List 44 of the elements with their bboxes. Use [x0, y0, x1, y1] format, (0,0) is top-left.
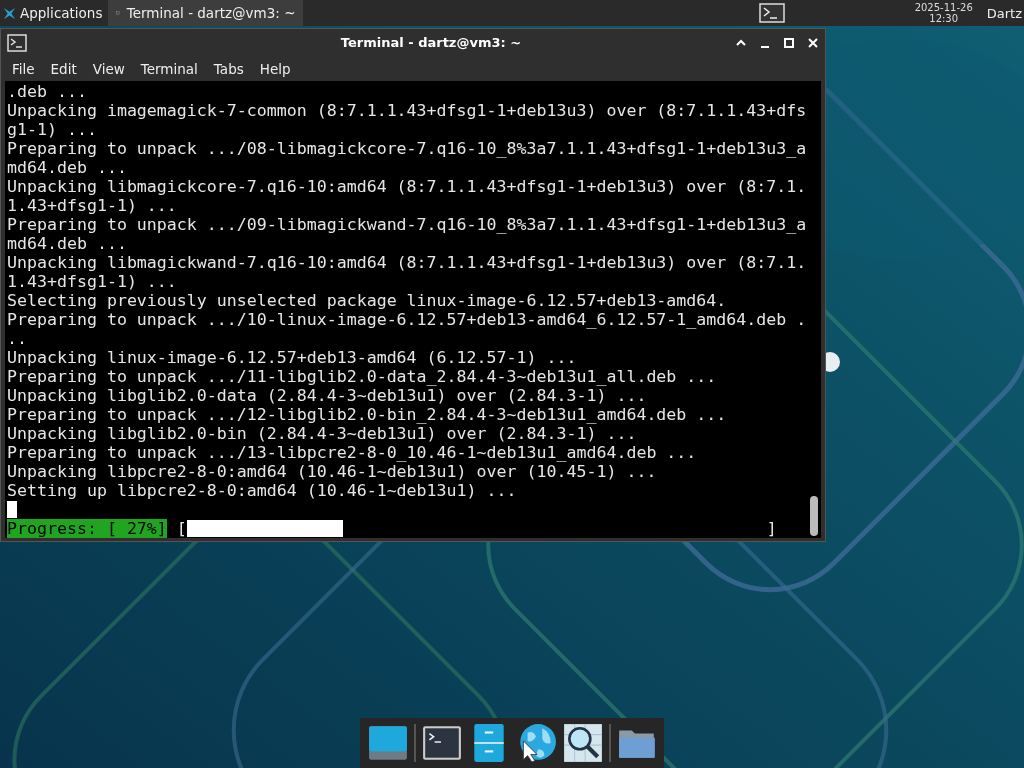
clock-time: 12:30 [929, 13, 959, 24]
terminal-line: Unpacking libmagickcore-7.q16-10:amd64 (8:7.1.1.43+dfsg1-1+deb13u3) over (8:7.1. [7, 177, 807, 196]
terminal-line: Selecting previously unselected package linux-image-6.12.57+deb13-amd64. [7, 291, 728, 310]
star-logo-icon [2, 5, 17, 21]
terminal-line: Unpacking libmagickwand-7.q16-10:amd64 (8:7.1.1.43+dfsg1-1+deb13u3) over (8:7.1. [7, 253, 807, 272]
menu-item[interactable]: Help [251, 60, 299, 77]
terminal-line: Preparing to unpack .../09-libmagickwand-7.q16-10_8%3a7.1.1.43+dfsg1-1+deb13u3_a [7, 215, 807, 234]
magnifier-icon[interactable] [561, 722, 604, 764]
terminal-line: Unpacking libglib2.0-bin (2.84.4-3~deb13u1) over (2.84.3-1) ... [7, 424, 638, 443]
menu-item[interactable]: Tabs [205, 60, 252, 77]
terminal-line: Unpacking libglib2.0-data (2.84.4-3~deb13u1) over (2.84.3-1) ... [7, 386, 648, 405]
terminal-line: md64.deb ... [7, 234, 128, 253]
terminal-line: Preparing to unpack .../13-libpcre2-8-0_10.46-1~deb13u1_amd64.deb ... [7, 443, 698, 462]
menu-item[interactable]: Terminal [132, 60, 206, 77]
window-title: Terminal - dartz@vm3: ~ [339, 35, 523, 50]
terminal-line: Setting up libpcre2-8-0:amd64 (10.46-1~deb13u1) ... [7, 481, 518, 500]
terminal-line: Unpacking linux-image-6.12.57+deb13-amd64 (6.12.57-1) ... [7, 348, 578, 367]
scrollbar-thumb[interactable] [810, 496, 818, 536]
close-icon[interactable] [807, 36, 819, 49]
terminal-line: Preparing to unpack .../11-libglib2.0-data_2.84.4-3~deb13u1_all.deb ... [7, 367, 718, 386]
taskbar-button[interactable]: Terminal - dartz@vm3: ~ [108, 0, 304, 26]
terminal-line: md64.deb ... [7, 158, 128, 177]
user-name[interactable]: Dartz [986, 5, 1022, 21]
maximize-icon[interactable] [783, 36, 795, 49]
terminal-line: Preparing to unpack .../08-libmagickcore-7.q16-10_8%3a7.1.1.43+dfsg1-1+deb13u3_a [7, 139, 807, 158]
terminal-line: Preparing to unpack .../12-libglib2.0-bin_2.84.4-3~deb13u1_amd64.deb ... [7, 405, 728, 424]
bracket: [ [176, 519, 187, 538]
clock-date: 2025-11-26 [914, 2, 973, 13]
menu-item[interactable]: File [4, 60, 43, 77]
terminal-line: .deb ... [7, 82, 88, 101]
terminal-line: 1.43+dfsg1-1) ... [7, 196, 178, 215]
menu-item[interactable]: View [84, 60, 133, 77]
terminal-line: g1-1) ... [7, 120, 98, 139]
applications-menu[interactable]: Applications [0, 0, 109, 26]
terminal-line: Unpacking imagemagick-7-common (8:7.1.1.43+dfsg1-1+deb13u3) over (8:7.1.1.43+dfs [7, 101, 807, 120]
bracket: ] [766, 519, 777, 538]
terminal-line: Preparing to unpack .../10-linux-image-6.12.57+deb13-amd64_6.12.57-1_amd64.deb . [7, 310, 807, 329]
terminal-line: Unpacking libpcre2-8-0:amd64 (10.46-1~deb13u1) over (10.45-1) ... [7, 462, 658, 481]
menu-item[interactable]: Edit [42, 60, 85, 77]
text-cursor [7, 501, 17, 518]
clock[interactable]: 2025-11-26 12:30 [914, 2, 973, 24]
progress-label: Progress: [ 27%] [7, 519, 167, 538]
terminal-line: .. [7, 329, 28, 348]
terminal-line: 1.43+dfsg1-1) ... [7, 272, 178, 291]
